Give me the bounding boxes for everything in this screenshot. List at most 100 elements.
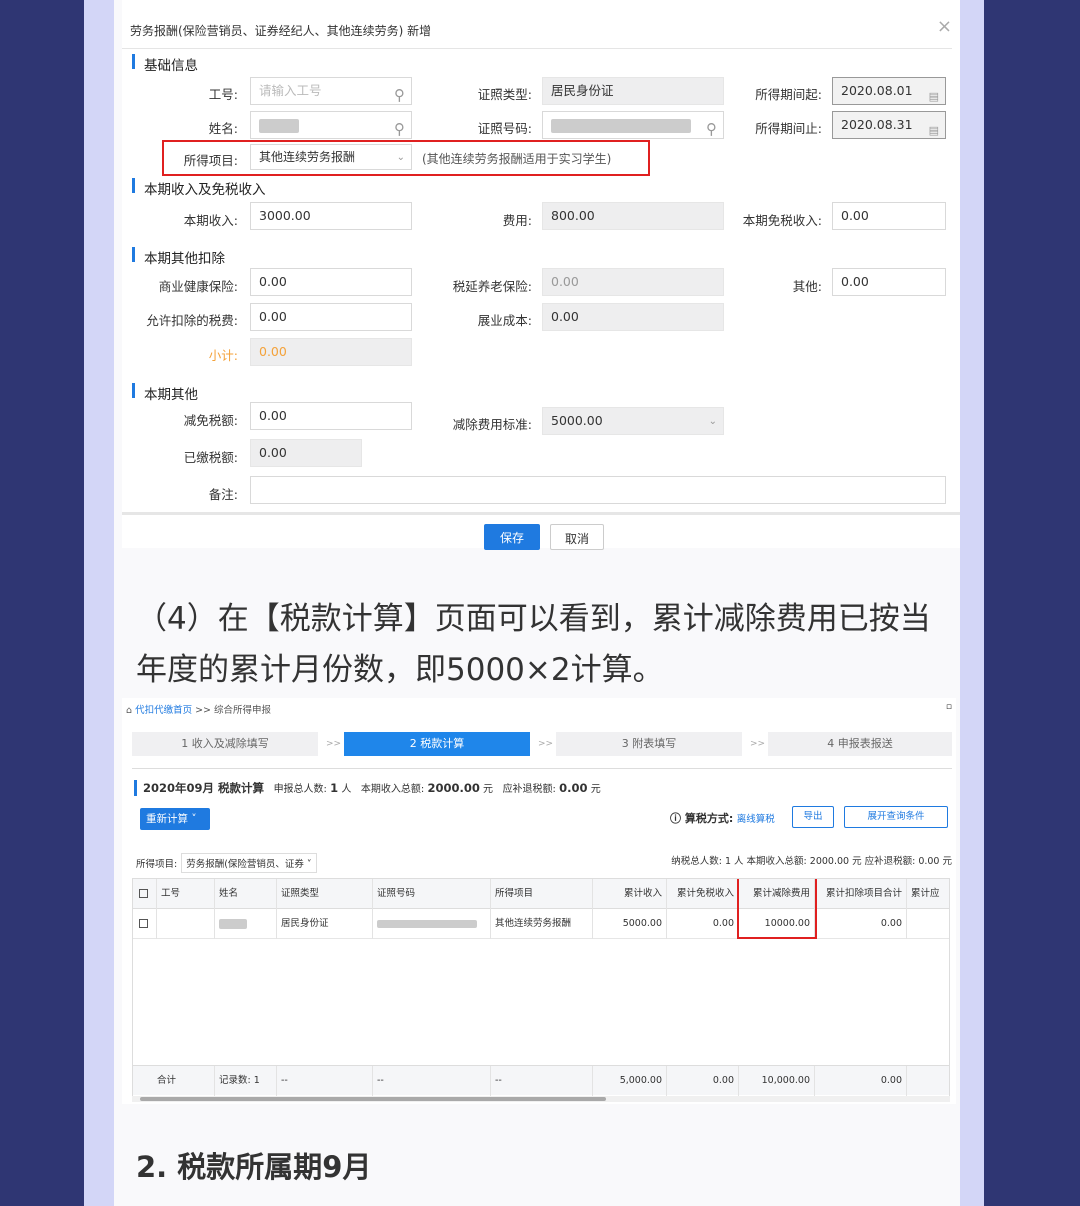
income-item-filter: 所得项目: 劳务报酬(保险营销员、证券 ˅ (136, 853, 317, 873)
highlight-box (737, 879, 817, 939)
others-input[interactable]: 0.00 (832, 268, 946, 296)
save-button[interactable]: 保存 (484, 524, 540, 550)
col-header[interactable]: 工号 (157, 879, 215, 909)
footer-cell: -- (373, 1066, 491, 1096)
right-frame-border (960, 0, 984, 1206)
close-icon[interactable]: × (937, 16, 952, 37)
recalculate-button[interactable]: 重新计算 ˅ (140, 808, 210, 830)
totals-summary: 纳税总人数: 1 人 本期收入总额: 2000.00 元 应补退税额: 0.00… (671, 856, 952, 867)
cell-cum-income: 5000.00 (593, 909, 667, 939)
breadcrumb-current: 综合所得申报 (214, 705, 272, 716)
remark-label: 备注: (208, 487, 238, 502)
search-icon[interactable]: ⚲ (706, 116, 717, 138)
step-separator: >> (538, 739, 554, 749)
remark-input[interactable] (250, 476, 946, 504)
redacted-id-number (551, 118, 691, 133)
period-start-value: 2020.08.01 (841, 83, 913, 98)
breadcrumb: ⌂ 代扣代缴首页 >> 综合所得申报 (126, 702, 271, 716)
name-input[interactable]: ⚲ (250, 111, 412, 139)
scrollbar-thumb[interactable] (140, 1097, 606, 1101)
col-header[interactable]: 累计收入 (593, 879, 667, 909)
summary-income-unit: 元 (483, 784, 494, 795)
export-button[interactable]: 导出 (792, 806, 834, 828)
period-start-label: 所得期间起: (755, 87, 822, 102)
calendar-icon[interactable]: ▤ (929, 84, 939, 104)
summary-title: 2020年09月 税款计算 (143, 781, 265, 795)
cell-id-no (373, 909, 491, 939)
section-income: 本期收入及免税收入 (132, 178, 266, 198)
step-tax-calculation[interactable]: 2 税款计算 (344, 732, 530, 756)
tax-free-income-input[interactable]: 0.00 (832, 202, 946, 230)
search-icon[interactable]: ⚲ (394, 82, 405, 104)
step-separator: >> (326, 739, 342, 749)
table-row[interactable]: 居民身份证 其他连续劳务报酬 5000.00 0.00 10000.00 0.0… (133, 909, 949, 939)
expense-label: 费用: (502, 213, 532, 228)
allowed-tax-input[interactable]: 0.00 (250, 303, 412, 331)
footer-cell (907, 1066, 949, 1096)
deduction-standard-select[interactable]: 5000.00 ⌄ (542, 407, 724, 435)
health-insurance-label: 商业健康保险: (158, 279, 238, 294)
emp-no-input[interactable]: 请输入工号 ⚲ (250, 77, 412, 105)
col-header[interactable]: 证照类型 (277, 879, 373, 909)
footer-total-label: 合计 (133, 1066, 215, 1096)
step-bar: 1 收入及减除填写 >> 2 税款计算 >> 3 附表填写 >> 4 申报表报送 (132, 732, 952, 756)
col-header[interactable]: 证照号码 (373, 879, 491, 909)
search-icon[interactable]: ⚲ (394, 116, 405, 138)
period-end-value: 2020.08.31 (841, 117, 913, 132)
emp-no-label: 工号: (208, 87, 238, 102)
name-label: 姓名: (208, 121, 238, 136)
col-header[interactable]: 累计应 (907, 879, 949, 909)
pension-insurance-field: 0.00 (542, 268, 724, 296)
footer-cum-items: 0.00 (815, 1066, 907, 1096)
dialog-footer-divider (122, 512, 960, 515)
breadcrumb-separator: >> (192, 705, 215, 716)
divider (122, 48, 952, 49)
col-header[interactable]: 姓名 (215, 879, 277, 909)
left-frame-border (84, 0, 114, 1206)
summary-income-value: 2000.00 (427, 781, 480, 795)
col-header[interactable]: 累计免税收入 (667, 879, 739, 909)
business-cost-label: 展业成本: (477, 313, 532, 328)
tax-relief-input[interactable]: 0.00 (250, 402, 412, 430)
step-income-entry[interactable]: 1 收入及减除填写 (132, 732, 318, 756)
col-header[interactable]: 累计扣除项目合计 (815, 879, 907, 909)
subtotal-label: 小计: (208, 348, 238, 363)
health-insurance-input[interactable]: 0.00 (250, 268, 412, 296)
income-input[interactable]: 3000.00 (250, 202, 412, 230)
article-paragraph: （4）在【税款计算】页面可以看到，累计减除费用已按当年度的累计月份数，即5000… (136, 601, 931, 688)
select-all-checkbox[interactable] (133, 879, 157, 909)
dialog-title: 劳务报酬(保险营销员、证券经纪人、其他连续劳务) 新增 (130, 24, 432, 38)
cell-id-type: 居民身份证 (277, 909, 373, 939)
horizontal-scrollbar[interactable] (132, 1096, 950, 1102)
paid-tax-label: 已缴税额: (183, 450, 238, 465)
expand-query-button[interactable]: 展开查询条件 (844, 806, 948, 828)
period-end-field[interactable]: 2020.08.31 ▤ (832, 111, 946, 139)
tax-calculation-table: 工号 姓名 证照类型 证照号码 所得项目 累计收入 累计免税收入 累计减除费用 … (132, 878, 950, 1098)
add-labor-remuneration-dialog: 劳务报酬(保险营销员、证券经纪人、其他连续劳务) 新增 × 基础信息 工号: 请… (122, 0, 960, 550)
id-type-field: 居民身份证 (542, 77, 724, 105)
cell-emp-no (157, 909, 215, 939)
breadcrumb-home-link[interactable]: 代扣代缴首页 (135, 705, 192, 716)
filter-label: 所得项目: (136, 859, 178, 870)
subtotal-field: 0.00 (250, 338, 412, 366)
window-restore-icon[interactable]: ▫ (946, 702, 952, 712)
cancel-button[interactable]: 取消 (550, 524, 604, 550)
home-icon[interactable]: ⌂ (126, 705, 132, 716)
row-checkbox[interactable] (133, 909, 157, 939)
tax-method-link[interactable]: 离线算税 (737, 814, 775, 825)
others-label: 其他: (792, 279, 822, 294)
deduction-standard-value: 5000.00 (551, 413, 603, 428)
expense-field: 800.00 (542, 202, 724, 230)
calendar-icon[interactable]: ▤ (929, 118, 939, 138)
period-start-field[interactable]: 2020.08.01 ▤ (832, 77, 946, 105)
summary-people-unit: 人 (341, 784, 352, 795)
income-item-filter-select[interactable]: 劳务报酬(保险营销员、证券 ˅ (181, 853, 317, 873)
col-header[interactable]: 所得项目 (491, 879, 593, 909)
cell-name (215, 909, 277, 939)
income-item-value: 其他连续劳务报酬 (259, 150, 356, 164)
id-no-input[interactable]: ⚲ (542, 111, 724, 139)
income-item-select[interactable]: 其他连续劳务报酬 ⌄ (250, 144, 412, 170)
step-attachment[interactable]: 3 附表填写 (556, 732, 742, 756)
summary-tax-value: 0.00 (559, 781, 588, 795)
step-submit[interactable]: 4 申报表报送 (768, 732, 952, 756)
